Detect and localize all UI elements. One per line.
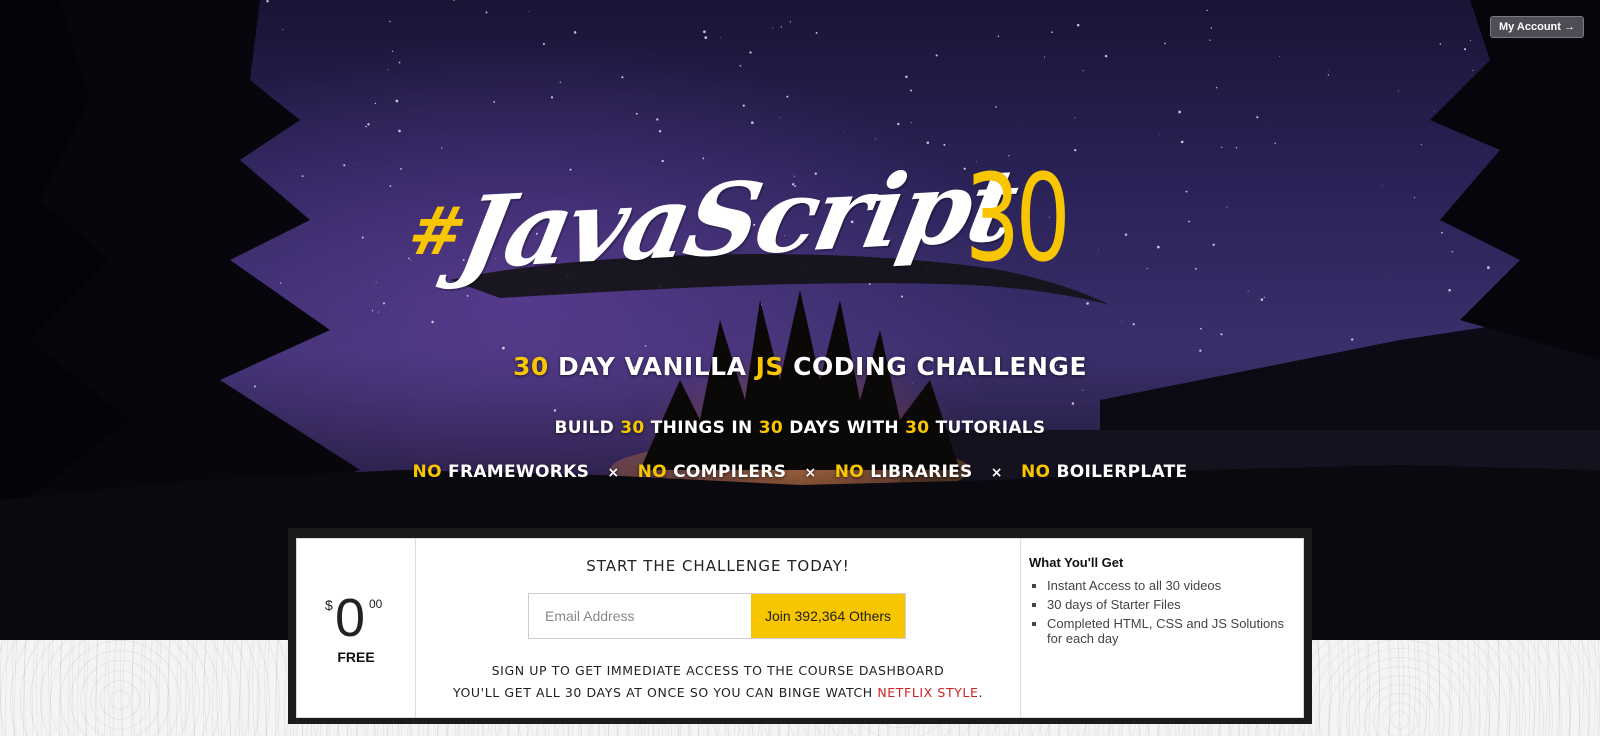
times-icon: × [607, 465, 620, 481]
times-icon: × [990, 465, 1003, 481]
subheadline-text-c: DAYS WITH [783, 418, 906, 438]
feature-frameworks: FRAMEWORKS [441, 462, 590, 482]
subheadline-number-1: 30 [620, 418, 645, 438]
my-account-button[interactable]: My Account → [1490, 16, 1584, 38]
signup-form: Join 392,364 Others [528, 593, 906, 639]
subheadline-text-b: THINGS IN [644, 418, 759, 438]
price-cents: 00 [369, 597, 383, 611]
headline-text-b: CODING CHALLENGE [783, 352, 1088, 381]
landing-page: My Account → # JavaScript 30 30 DAY VANI… [0, 0, 1600, 736]
benefit-item: Instant Access to all 30 videos [1047, 578, 1295, 593]
signup-title: START THE CHALLENGE TODAY! [586, 557, 850, 575]
subheadline-text-a: BUILD [554, 418, 621, 438]
benefit-item: Completed HTML, CSS and JS Solutions for… [1047, 616, 1295, 646]
feature-list: NO FRAMEWORKS × NO COMPILERS × NO LIBRAR… [0, 462, 1600, 482]
benefits-panel: What You'll Get Instant Access to all 30… [1021, 539, 1303, 717]
netflix-style-link[interactable]: NETFLIX STYLE [877, 685, 978, 700]
feature-no: NO [637, 462, 667, 482]
price-panel: $ 0 00 FREE [297, 539, 416, 717]
headline-js: JS [755, 352, 784, 381]
feature-no: NO [834, 462, 864, 482]
benefits-title: What You'll Get [1029, 555, 1124, 570]
signup-panel: START THE CHALLENGE TODAY! Join 392,364 … [416, 539, 1021, 717]
price-label: FREE [337, 649, 375, 665]
my-account-label: My Account [1499, 21, 1561, 33]
price-amount: 0 [335, 588, 366, 648]
feature-libraries: LIBRARIES [863, 462, 973, 482]
signup-info-period: . [978, 685, 984, 700]
javascript30-logo: # JavaScript 30 [402, 146, 1110, 310]
headline: 30 DAY VANILLA JS CODING CHALLENGE [0, 352, 1600, 381]
feature-no: NO [1021, 462, 1051, 482]
subheadline-text-d: TUTORIALS [929, 418, 1046, 438]
arrow-right-icon: → [1564, 21, 1575, 33]
benefit-item: 30 days of Starter Files [1047, 597, 1295, 612]
feature-no: NO [412, 462, 442, 482]
price-currency: $ [325, 597, 333, 613]
signup-card: $ 0 00 FREE START THE CHALLENGE TODAY! J… [296, 538, 1304, 718]
join-button[interactable]: Join 392,364 Others [751, 594, 905, 638]
signup-info-line-2: YOU'LL GET ALL 30 DAYS AT ONCE SO YOU CA… [416, 685, 1020, 700]
headline-number: 30 [512, 352, 549, 381]
feature-compilers: COMPILERS [666, 462, 787, 482]
email-input[interactable] [529, 594, 751, 638]
signup-info-line-1: SIGN UP TO GET IMMEDIATE ACCESS TO THE C… [491, 663, 945, 678]
subheadline-number-2: 30 [758, 418, 784, 438]
logo-number: 30 [965, 150, 1071, 289]
times-icon: × [804, 465, 817, 481]
feature-boilerplate: BOILERPLATE [1050, 462, 1188, 482]
subheadline-number-3: 30 [905, 418, 930, 438]
benefits-list: Instant Access to all 30 videos 30 days … [1029, 578, 1295, 646]
headline-text-a: DAY VANILLA [548, 352, 756, 381]
signup-info-text: YOU'LL GET ALL 30 DAYS AT ONCE SO YOU CA… [452, 685, 878, 700]
subheadline: BUILD 30 THINGS IN 30 DAYS WITH 30 TUTOR… [0, 418, 1600, 438]
